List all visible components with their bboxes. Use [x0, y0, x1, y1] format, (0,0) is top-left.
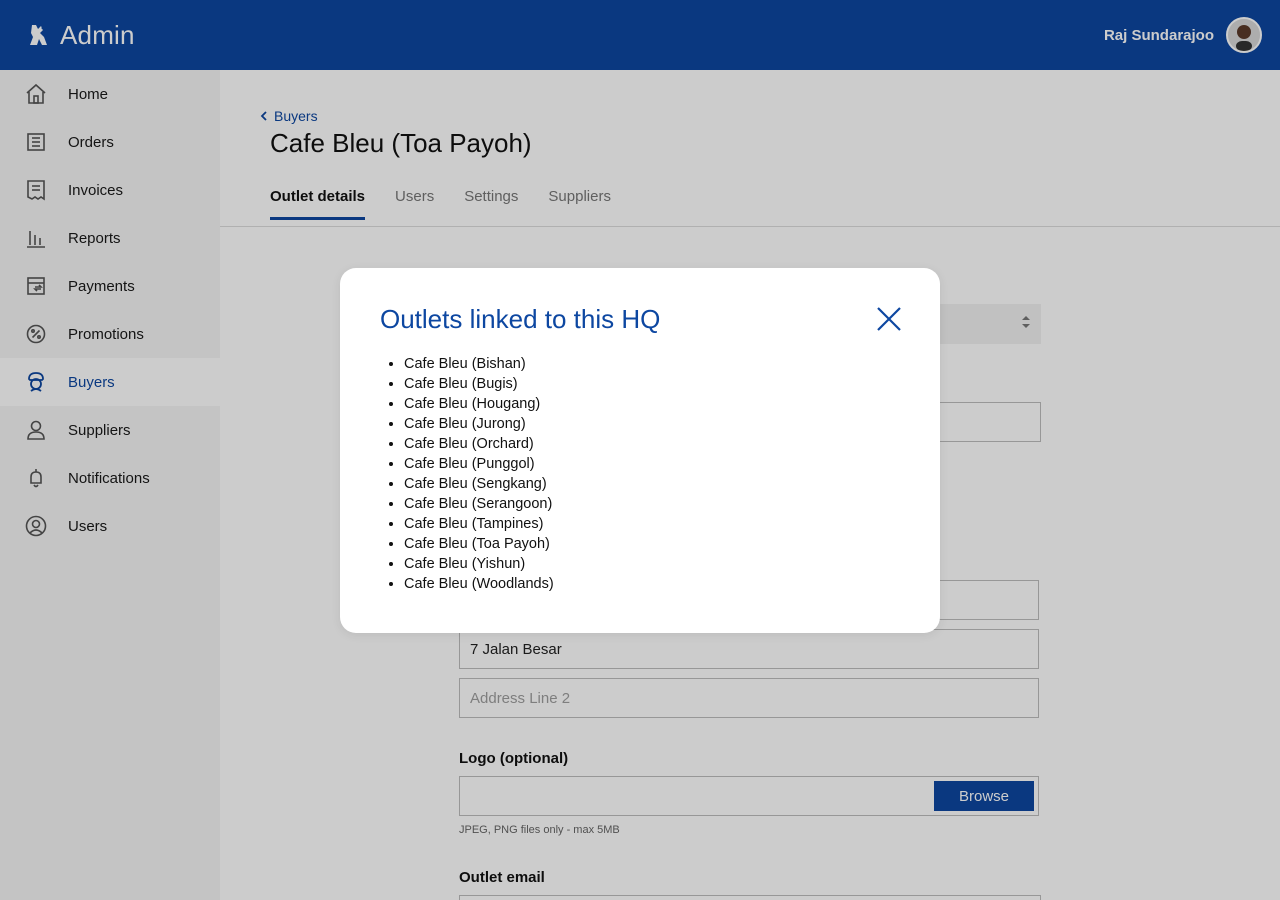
- list-item: Cafe Bleu (Punggol): [404, 454, 554, 474]
- close-icon[interactable]: [876, 306, 902, 332]
- list-item: Cafe Bleu (Orchard): [404, 434, 554, 454]
- list-item: Cafe Bleu (Sengkang): [404, 474, 554, 494]
- outlet-list: Cafe Bleu (Bishan) Cafe Bleu (Bugis) Caf…: [404, 354, 554, 594]
- modal-title: Outlets linked to this HQ: [380, 304, 661, 334]
- list-item: Cafe Bleu (Toa Payoh): [404, 534, 554, 554]
- list-item: Cafe Bleu (Hougang): [404, 394, 554, 414]
- list-item: Cafe Bleu (Bishan): [404, 354, 554, 374]
- list-item: Cafe Bleu (Bugis): [404, 374, 554, 394]
- list-item: Cafe Bleu (Serangoon): [404, 494, 554, 514]
- list-item: Cafe Bleu (Tampines): [404, 514, 554, 534]
- list-item: Cafe Bleu (Woodlands): [404, 574, 554, 594]
- list-item: Cafe Bleu (Yishun): [404, 554, 554, 574]
- list-item: Cafe Bleu (Jurong): [404, 414, 554, 434]
- outlets-modal: Outlets linked to this HQ Cafe Bleu (Bis…: [340, 268, 940, 633]
